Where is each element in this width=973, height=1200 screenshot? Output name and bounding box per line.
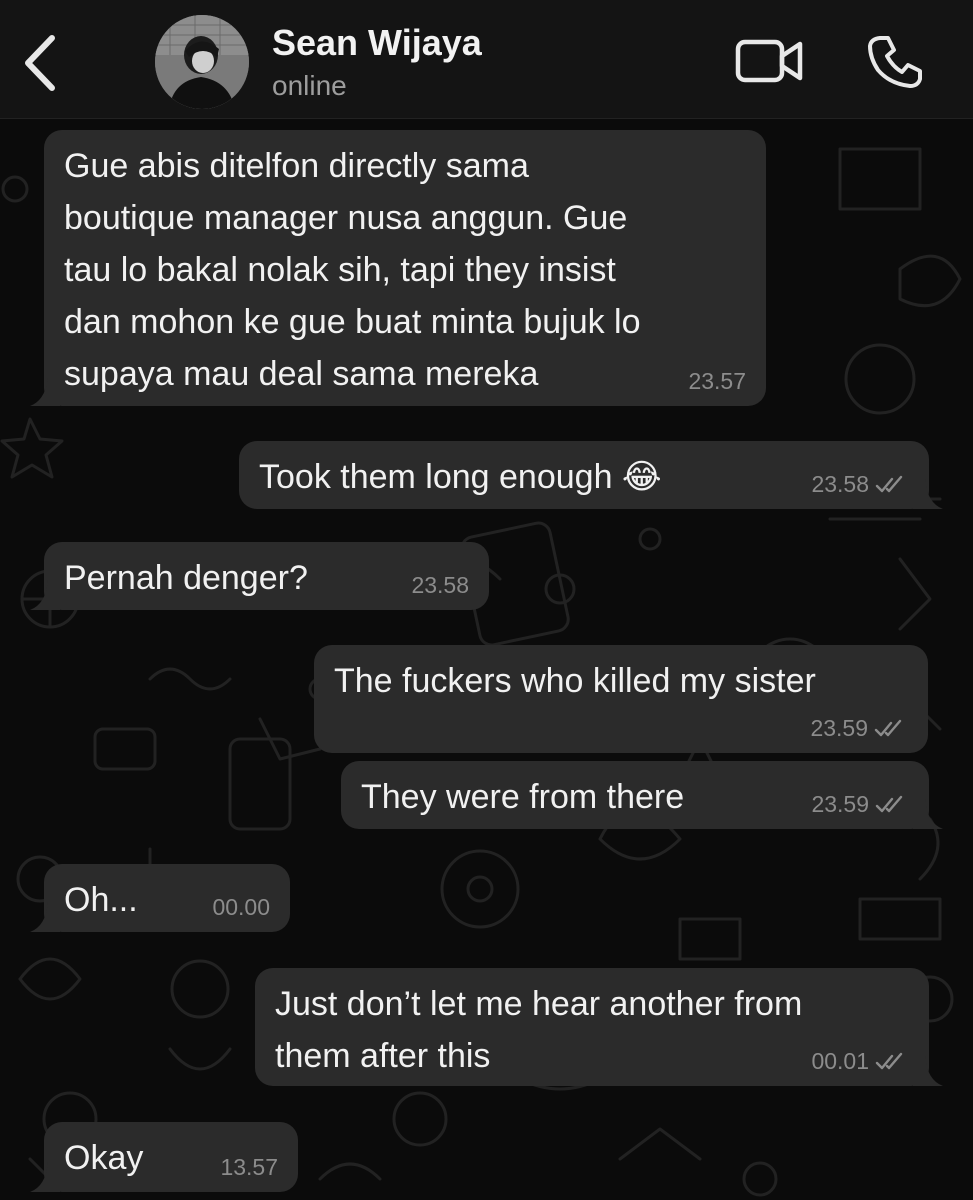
double-check-icon — [875, 795, 903, 813]
message-bubble[interactable]: Gue abis ditelfon directly sama boutique… — [30, 130, 766, 406]
chat-header: Sean Wijaya online — [0, 0, 973, 119]
chat-screen: Sean Wijaya online Gue abis ditelfon dir… — [0, 0, 973, 1200]
message-bubble[interactable]: Okay 13.57 — [30, 1122, 298, 1192]
bubble-tail — [30, 580, 60, 610]
bubble-tail — [913, 479, 943, 509]
message-time: 23.58 — [411, 572, 469, 598]
message-list[interactable]: Gue abis ditelfon directly sama boutique… — [0, 119, 973, 1200]
message-time: 13.57 — [220, 1154, 278, 1180]
message-time: 23.59 — [810, 715, 868, 741]
chevron-left-icon — [25, 35, 55, 91]
message-time: 00.00 — [212, 894, 270, 920]
message-time-with-status: 23.58 — [811, 471, 907, 497]
message-bubble[interactable]: Just don’t let me hear another from them… — [255, 968, 943, 1086]
contact-avatar[interactable] — [155, 15, 249, 109]
bubble-tail — [913, 799, 943, 829]
message-time: 23.59 — [811, 791, 869, 817]
message-bubble[interactable]: Pernah denger? 23.58 — [30, 542, 489, 610]
bubble-tail — [30, 902, 60, 932]
avatar-photo — [155, 15, 249, 109]
contact-name[interactable]: Sean Wijaya — [272, 22, 482, 64]
message-text: Pernah denger? — [64, 559, 308, 597]
double-check-icon — [874, 719, 902, 737]
message-time: 00.01 — [811, 1048, 869, 1074]
message-bubble[interactable]: The fuckers who killed my sister 23.59 — [314, 645, 928, 753]
bubble-tail — [913, 1056, 943, 1086]
bubble-tail — [30, 376, 60, 406]
message-time: 23.58 — [811, 471, 869, 497]
message-bubble[interactable]: Oh... 00.00 — [30, 864, 290, 932]
double-check-icon — [875, 1052, 903, 1070]
message-time-with-status: 23.59 — [810, 715, 906, 741]
bubble-tail — [30, 1162, 60, 1192]
back-button[interactable] — [18, 28, 68, 98]
video-camera-icon — [735, 39, 803, 83]
message-text: The fuckers who killed my sister — [334, 662, 816, 700]
voice-call-button[interactable] — [866, 34, 924, 90]
message-text: Gue abis ditelfon directly sama boutique… — [64, 147, 641, 393]
message-time-with-status: 00.01 — [811, 1048, 907, 1074]
message-bubble[interactable]: They were from there 23.59 — [341, 761, 943, 829]
double-check-icon — [875, 475, 903, 493]
phone-icon — [868, 36, 922, 88]
message-time-with-status: 23.59 — [811, 791, 907, 817]
message-time: 23.57 — [688, 368, 746, 394]
video-call-button[interactable] — [734, 36, 806, 86]
message-bubble[interactable]: Took them long enough 😂 23.58 — [239, 441, 943, 509]
contact-status: online — [272, 70, 347, 101]
